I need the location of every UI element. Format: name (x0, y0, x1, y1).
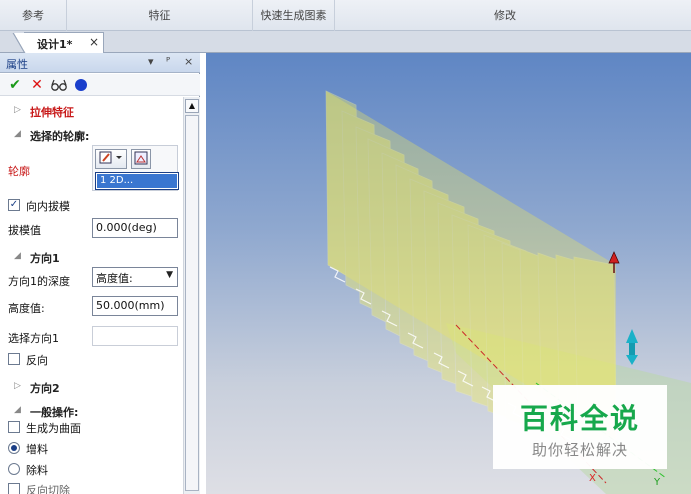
panel-menu-icon[interactable]: ▾ (148, 55, 154, 68)
collapse-arrow-icon[interactable]: ◢ (14, 251, 21, 261)
contour-list-item[interactable]: 1 2D... (97, 174, 177, 188)
panel-toolbar: ✔ ✕ (0, 74, 200, 96)
ribbon-group-quick-create[interactable]: 快速生成图素 (253, 0, 335, 31)
axis-y-label: Y (654, 477, 661, 488)
pin-icon[interactable]: ᴾ (166, 55, 170, 68)
preview-glasses-icon[interactable] (50, 76, 68, 94)
panel-title: 属性 (6, 58, 28, 71)
document-tab[interactable]: 设计1* × (11, 32, 104, 54)
dir1-depth-label: 方向1的深度 (8, 275, 70, 288)
draft-value-field[interactable]: 0.000(deg) (92, 218, 178, 238)
cancel-x-icon[interactable]: ✕ (28, 76, 46, 94)
reverse-cut-label: 反向切除 (26, 484, 70, 494)
generate-surface-checkbox[interactable] (8, 421, 20, 433)
ribbon-group-modify[interactable]: 修改 (335, 0, 675, 31)
watermark-title: 百科全说 (519, 402, 640, 435)
sketch-select-button[interactable] (131, 149, 151, 169)
panel-close-icon[interactable]: × (184, 55, 193, 68)
document-tab-label: 设计1* (37, 38, 73, 51)
contour-picker: 1 2D... (92, 145, 179, 191)
dir1-depth-select[interactable]: 高度值: (92, 267, 178, 287)
expand-arrow-icon[interactable]: ▷ (14, 381, 21, 391)
remove-material-row[interactable]: 除料 (0, 459, 183, 479)
reverse-cut-row[interactable]: 反向切除 (0, 479, 183, 494)
watermark-badge: 百科全说 助你轻松解决 (493, 385, 667, 469)
blue-dot-icon[interactable] (72, 76, 90, 94)
section-label: 方向2 (30, 382, 60, 395)
add-material-label: 增料 (26, 443, 48, 456)
collapse-arrow-icon[interactable]: ◢ (14, 405, 21, 415)
scroll-thumb[interactable] (185, 115, 199, 491)
add-material-radio[interactable] (8, 442, 20, 454)
inward-draft-checkbox[interactable]: ✓ (8, 199, 20, 211)
drag-handle-cyan-icon (626, 329, 638, 365)
reverse-checkbox[interactable] (8, 353, 20, 365)
section-extrude-feature[interactable]: ▷ 拉伸特征 (0, 101, 183, 121)
height-field[interactable]: 50.000(mm) (92, 296, 178, 316)
ribbon-group-reference[interactable]: 参考 (0, 0, 67, 31)
ribbon-group-feature[interactable]: 特征 (67, 0, 253, 31)
section-selected-contour[interactable]: ◢ 选择的轮廓: (0, 125, 183, 145)
contour-list[interactable]: 1 2D... (95, 172, 179, 190)
select-dir1-field[interactable] (92, 326, 178, 346)
tab-corner (11, 33, 27, 54)
scroll-up-icon[interactable]: ▲ (185, 99, 199, 113)
add-material-row[interactable]: 增料 (0, 438, 183, 458)
panel-scrollbar[interactable]: ▲ (183, 97, 200, 494)
properties-panel: 属性 ▾ ᴾ × ✔ ✕ ▷ 拉伸特征 ◢ 选择的轮廓: 轮廓 1 2D... … (0, 53, 200, 494)
ribbon-group-bar: 参考 特征 快速生成图素 修改 (0, 0, 691, 31)
select-dir1-label: 选择方向1 (8, 332, 59, 345)
panel-header: 属性 ▾ ᴾ × (0, 53, 200, 73)
section-label: 方向1 (30, 252, 60, 265)
section-direction1[interactable]: ◢ 方向1 (0, 247, 183, 267)
confirm-check-icon[interactable]: ✔ (6, 76, 24, 94)
watermark-subtitle: 助你轻松解决 (531, 441, 628, 459)
property-list: ▷ 拉伸特征 ◢ 选择的轮廓: 轮廓 1 2D... ✓ 向内拔模 拔模值 0.… (0, 97, 183, 494)
reverse-cut-checkbox[interactable] (8, 483, 20, 494)
inward-draft-label: 向内拔模 (26, 200, 70, 213)
section-label: 拉伸特征 (30, 106, 74, 119)
section-direction2[interactable]: ▷ 方向2 (0, 377, 183, 397)
remove-material-radio[interactable] (8, 463, 20, 475)
sketch-edit-button[interactable] (95, 149, 127, 169)
section-label: 选择的轮廓: (30, 130, 90, 143)
generate-surface-label: 生成为曲面 (26, 422, 81, 435)
collapse-arrow-icon[interactable]: ◢ (14, 129, 21, 139)
remove-material-label: 除料 (26, 464, 48, 477)
contour-label: 轮廓 (8, 165, 30, 178)
axis-x-label: X (589, 473, 596, 484)
reverse-row[interactable]: 反向 (0, 349, 183, 369)
reverse-label: 反向 (26, 354, 48, 367)
inward-draft-row[interactable]: ✓ 向内拔模 (0, 195, 183, 215)
close-icon[interactable]: × (89, 35, 99, 49)
document-tab-strip: 设计1* × (0, 31, 691, 54)
draft-value-label: 拔模值 (8, 224, 41, 237)
expand-arrow-icon[interactable]: ▷ (14, 105, 21, 115)
generate-surface-row[interactable]: 生成为曲面 (0, 417, 183, 437)
height-label: 高度值: (8, 302, 45, 315)
